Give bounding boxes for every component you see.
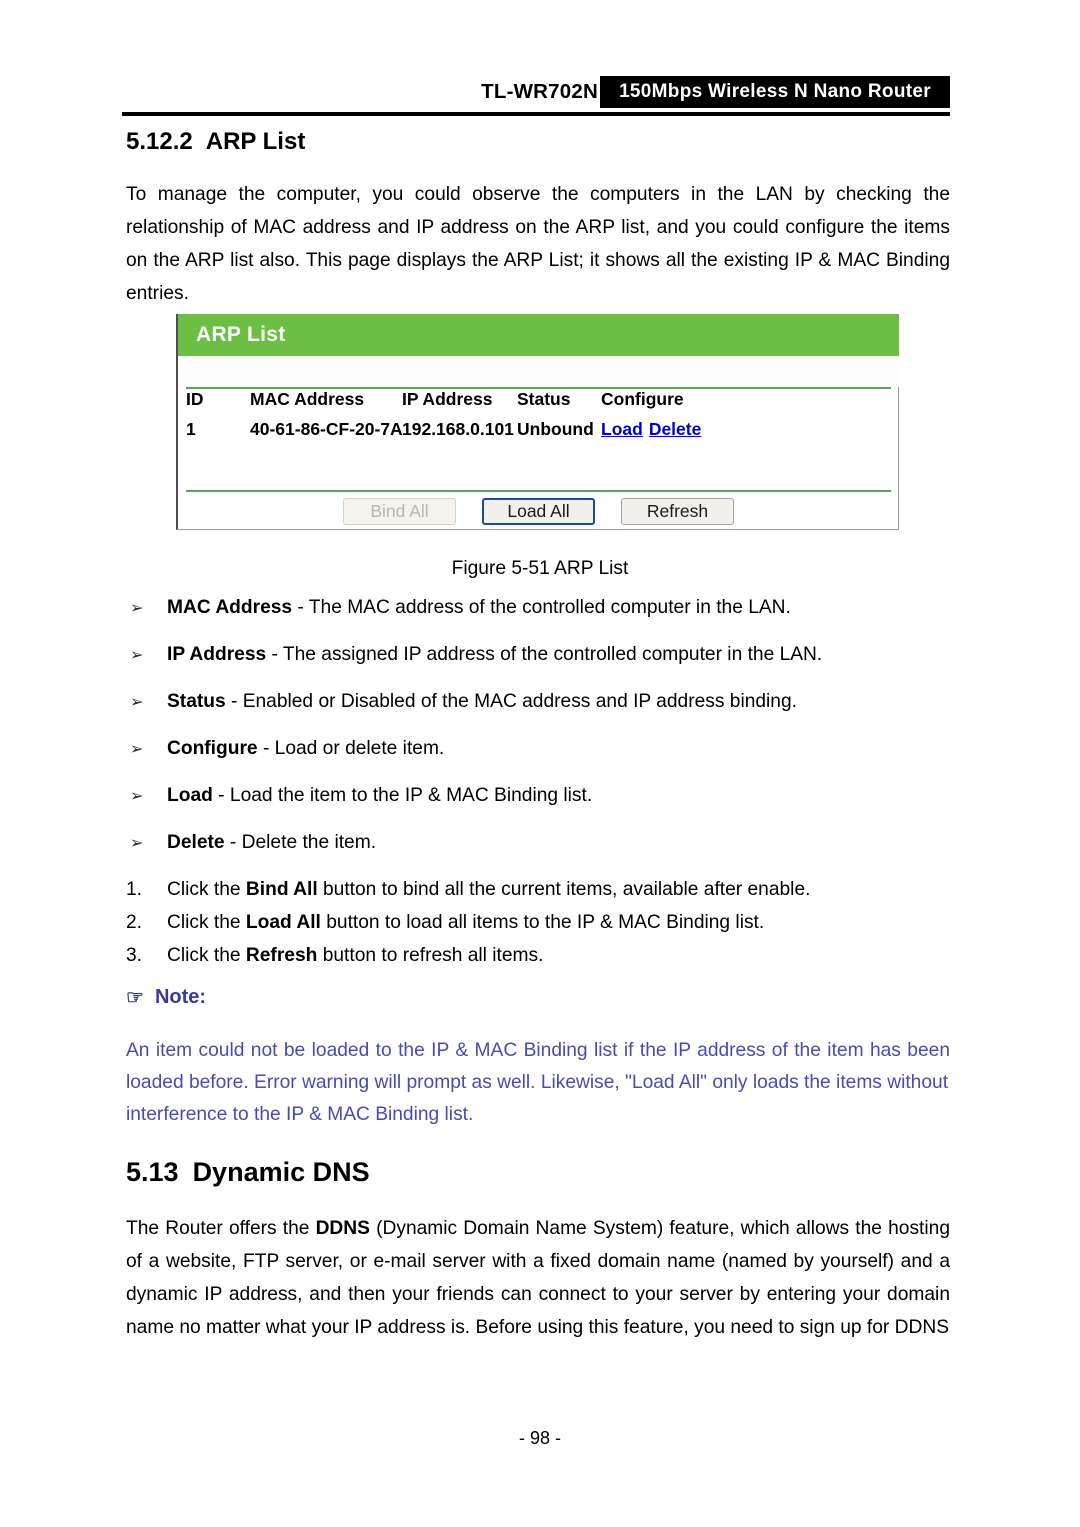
header-model-name: TL-WR702N	[481, 80, 598, 103]
table-bottom-rule	[186, 490, 891, 492]
bullet-text: IP Address - The assigned IP address of …	[167, 644, 823, 665]
note-body: An item could not be loaded to the IP & …	[126, 1035, 950, 1131]
column-header-ip: IP Address	[402, 389, 493, 409]
arp-list-panel: ARP List ID MAC Address IP Address Statu…	[176, 314, 899, 530]
column-header-id: ID	[186, 389, 204, 409]
column-header-status: Status	[517, 389, 571, 409]
page-footer: - 98 -	[518, 1428, 561, 1448]
dynamic-dns-paragraph: The Router offers the DDNS (Dynamic Doma…	[126, 1218, 950, 1338]
arp-table-header-row: ID MAC Address IP Address Status Configu…	[178, 389, 899, 419]
note-heading: ☞ Note:	[126, 986, 206, 1009]
cell-mac: 40-61-86-CF-20-7A	[250, 419, 403, 439]
panel-title-arp-list: ARP List	[178, 314, 899, 356]
header-rule	[122, 112, 950, 116]
step-text: Click the Load All button to load all it…	[167, 912, 765, 933]
delete-link[interactable]: Delete	[649, 419, 702, 439]
step-2: 2. Click the Load All button to load all…	[126, 909, 950, 937]
bullet-arrow-icon: ➢	[130, 835, 144, 852]
note-text: An item could not be loaded to the IP & …	[126, 1040, 950, 1093]
bullet-arrow-icon: ➢	[130, 741, 144, 758]
running-header: TL-WR702N 150Mbps Wireless N Nano Router	[122, 76, 950, 114]
pointing-hand-icon: ☞	[126, 986, 144, 1009]
step-3: 3. Click the Refresh button to refresh a…	[126, 942, 950, 970]
bind-all-button[interactable]: Bind All	[343, 498, 456, 525]
panel-spacer	[178, 356, 899, 387]
refresh-button[interactable]: Refresh	[621, 498, 734, 525]
arp-button-bar: Bind All Load All Refresh	[178, 495, 899, 528]
bullet-load: ➢ Load - Load the item to the IP & MAC B…	[126, 782, 950, 810]
load-all-button[interactable]: Load All	[482, 498, 595, 525]
section2-number: 5.13	[126, 1157, 179, 1187]
note-text-last-line: interference to the IP & MAC Binding lis…	[126, 1104, 474, 1125]
bullet-delete: ➢ Delete - Delete the item.	[126, 829, 950, 857]
note-label: Note:	[154, 986, 207, 1008]
bullet-mac-address: ➢ MAC Address - The MAC address of the c…	[126, 594, 950, 622]
bullet-text: Status - Enabled or Disabled of the MAC …	[167, 691, 797, 712]
header-product-banner: 150Mbps Wireless N Nano Router	[600, 76, 950, 108]
step-text: Click the Refresh button to refresh all …	[167, 945, 544, 966]
bullet-arrow-icon: ➢	[130, 788, 144, 805]
section-title: ARP List	[205, 128, 306, 155]
column-header-mac: MAC Address	[250, 389, 365, 409]
step-number: 3.	[126, 945, 143, 966]
column-header-configure: Configure	[601, 389, 684, 409]
cell-id: 1	[186, 419, 196, 439]
section-heading-arp-list: 5.12.2 ARP List	[126, 128, 305, 156]
document-page: TL-WR702N 150Mbps Wireless N Nano Router…	[0, 0, 1080, 1527]
step-1: 1. Click the Bind All button to bind all…	[126, 876, 950, 904]
cell-ip: 192.168.0.101	[402, 419, 514, 439]
section-number: 5.12.2	[126, 128, 193, 155]
section-heading-dynamic-dns: 5.13 Dynamic DNS	[126, 1157, 370, 1188]
step-number: 1.	[126, 879, 143, 900]
bullet-text: MAC Address - The MAC address of the con…	[167, 597, 791, 618]
bullet-arrow-icon: ➢	[130, 694, 144, 711]
bullet-arrow-icon: ➢	[130, 647, 144, 664]
intro-paragraph: To manage the computer, you could observ…	[126, 184, 950, 304]
step-text: Click the Bind All button to bind all th…	[167, 879, 811, 900]
bullet-text: Load - Load the item to the IP & MAC Bin…	[167, 785, 593, 806]
table-row: 1 40-61-86-CF-20-7A 192.168.0.101 Unboun…	[178, 419, 899, 449]
bullet-text: Configure - Load or delete item.	[167, 738, 445, 759]
figure-caption: Figure 5-51 ARP List	[451, 558, 629, 579]
cell-configure: Load Delete	[601, 419, 701, 440]
load-link[interactable]: Load	[601, 419, 643, 439]
bullet-text: Delete - Delete the item.	[167, 832, 377, 853]
arp-table: ID MAC Address IP Address Status Configu…	[178, 389, 899, 449]
bullet-ip-address: ➢ IP Address - The assigned IP address o…	[126, 641, 950, 669]
section2-title: Dynamic DNS	[192, 1157, 370, 1187]
step-number: 2.	[126, 912, 143, 933]
cell-status: Unbound	[517, 419, 594, 439]
bullet-arrow-icon: ➢	[130, 600, 144, 617]
bullet-status: ➢ Status - Enabled or Disabled of the MA…	[126, 688, 950, 716]
bullet-configure: ➢ Configure - Load or delete item.	[126, 735, 950, 763]
